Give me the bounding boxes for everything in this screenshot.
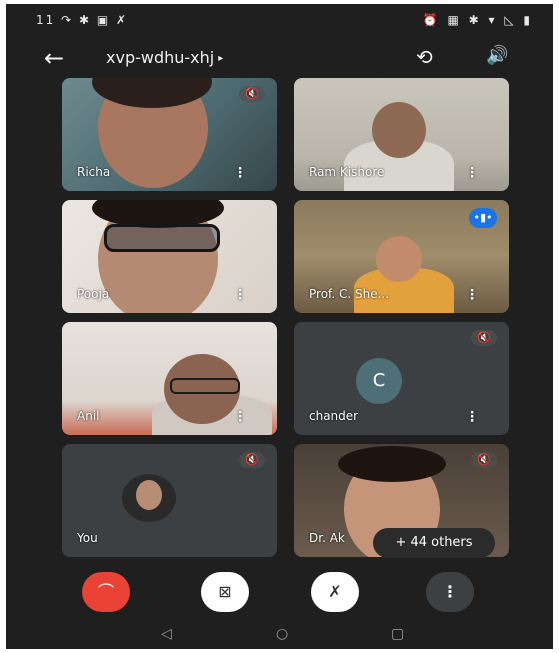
switch-camera-icon[interactable]: ⟲	[416, 45, 433, 69]
participant-name: Richa	[77, 165, 111, 179]
caret-right-icon: ▸	[218, 53, 224, 64]
participant-hair	[338, 446, 446, 482]
mic-muted-icon: 🔇	[239, 86, 265, 102]
participant-name: You	[77, 531, 98, 545]
mic-off-button[interactable]: ✗	[311, 572, 359, 612]
participant-face	[376, 236, 422, 282]
meeting-code: xvp-wdhu-xhj	[106, 48, 215, 67]
meeting-code-title[interactable]: xvp-wdhu-xhj ▸	[106, 48, 223, 67]
participant-face	[372, 102, 426, 158]
participant-name: Pooja	[77, 287, 110, 301]
status-bar: 11 ↷ ✱ ▣ ✗ ⏰ ▦ ✱ ▾ ◺ ▮	[6, 4, 553, 38]
more-options-icon[interactable]: ⋮	[233, 409, 247, 425]
more-options-icon[interactable]: ⋮	[465, 409, 479, 425]
nav-back-icon[interactable]: ◁	[161, 626, 172, 642]
participant-name: Dr. Ak	[309, 531, 345, 545]
back-arrow-icon[interactable]: ←	[44, 44, 64, 72]
participant-tile-anil[interactable]: Anil ⋮	[62, 322, 277, 435]
meeting-header: ← xvp-wdhu-xhj ▸ ⟲ 🔊	[6, 38, 553, 82]
phone-screen: 11 ↷ ✱ ▣ ✗ ⏰ ▦ ✱ ▾ ◺ ▮ ← xvp-wdhu-xhj ▸ ⟲…	[6, 4, 553, 649]
android-nav-bar: ◁ ○ ▢	[6, 622, 553, 649]
participant-name: Anil	[77, 409, 100, 423]
nav-recent-apps-icon[interactable]: ▢	[391, 626, 404, 642]
mic-muted-icon: 🔇	[239, 452, 265, 468]
camera-off-button[interactable]: ⊠	[201, 572, 249, 612]
mic-muted-icon: 🔇	[471, 330, 497, 346]
participant-tile-chander[interactable]: 🔇 C chander ⋮	[294, 322, 509, 435]
more-options-icon[interactable]: ⋮	[465, 165, 479, 181]
more-options-icon[interactable]: ⋮	[233, 165, 247, 181]
more-options-icon[interactable]: ⋮	[465, 287, 479, 303]
eyeglasses	[170, 378, 240, 394]
others-count-badge[interactable]: + 44 others	[373, 528, 495, 558]
participant-name: Ram Kishore	[309, 165, 385, 179]
participant-tile-pooja[interactable]: Pooja ⋮	[62, 200, 277, 313]
speaker-icon[interactable]: 🔊	[486, 45, 508, 66]
mic-muted-icon: 🔇	[471, 452, 497, 468]
end-call-button[interactable]: ⌒	[82, 572, 130, 612]
participant-name: Prof. C. She...	[309, 287, 390, 301]
avatar	[122, 474, 176, 522]
call-controls: ⌒ ⊠ ✗ ⋮	[6, 572, 553, 616]
more-options-icon[interactable]: ⋮	[233, 287, 247, 303]
status-icons-left: 11 ↷ ✱ ▣ ✗	[36, 13, 129, 27]
participant-tile-ram-kishore[interactable]: Ram Kishore ⋮	[294, 78, 509, 191]
more-options-button[interactable]: ⋮	[426, 572, 474, 612]
participant-name: chander	[309, 409, 359, 423]
participant-tile-richa[interactable]: 🔇 Richa ⋮	[62, 78, 277, 191]
avatar: C	[356, 358, 402, 404]
status-icons-right: ⏰ ▦ ✱ ▾ ◺ ▮	[422, 13, 533, 27]
eyeglasses	[104, 224, 220, 252]
participant-tile-you[interactable]: 🔇 You	[62, 444, 277, 557]
nav-home-icon[interactable]: ○	[276, 626, 288, 642]
participant-tile-prof[interactable]: •▮• Prof. C. She... ⋮	[294, 200, 509, 313]
speaking-indicator-icon: •▮•	[469, 208, 497, 228]
participant-face	[136, 480, 162, 510]
